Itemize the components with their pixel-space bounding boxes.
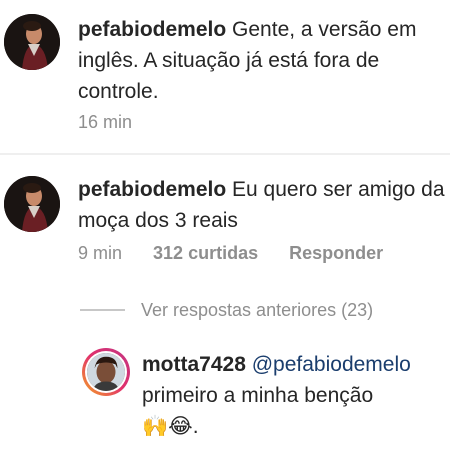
- comment-username[interactable]: pefabiodemelo: [78, 18, 226, 41]
- reply-button[interactable]: Responder: [289, 243, 383, 264]
- view-previous-replies-button[interactable]: Ver respostas anteriores (23): [80, 296, 373, 324]
- reply-text: primeiro a minha benção: [142, 384, 374, 407]
- view-previous-replies-label: Ver respostas anteriores (23): [141, 299, 374, 320]
- reply-mention-link[interactable]: @pefabiodemelo: [252, 353, 411, 376]
- comment-time: 16 min: [78, 112, 133, 132]
- reply-suffix: .: [192, 415, 199, 438]
- comment-body: pefabiodemelo Gente, a versão em inglês.…: [78, 14, 448, 107]
- avatar[interactable]: [4, 176, 60, 232]
- comment-time: 9 min: [78, 243, 123, 263]
- comment-username[interactable]: pefabiodemelo: [78, 178, 226, 201]
- story-ring-avatar[interactable]: [82, 348, 130, 396]
- comment-body: pefabiodemelo Eu quero ser amigo da moça…: [78, 174, 448, 236]
- divider: [0, 153, 450, 155]
- comment-meta: 16 min: [78, 112, 132, 133]
- likes-count-link[interactable]: 312 curtidas: [153, 243, 258, 264]
- user-photo-icon: [4, 14, 60, 70]
- comment-meta: 9 min 312 curtidas Responder: [78, 243, 383, 264]
- user-photo-icon: [4, 176, 60, 232]
- reply-username[interactable]: motta7428: [142, 353, 246, 376]
- avatar[interactable]: [4, 14, 60, 70]
- reply-body: motta7428 @pefabiodemelo primeiro a minh…: [142, 349, 448, 442]
- replies-divider-line: [80, 309, 125, 311]
- user-photo-icon: [87, 353, 125, 391]
- avatar: [87, 353, 125, 391]
- reply-emoji: 🙌😂: [142, 415, 193, 438]
